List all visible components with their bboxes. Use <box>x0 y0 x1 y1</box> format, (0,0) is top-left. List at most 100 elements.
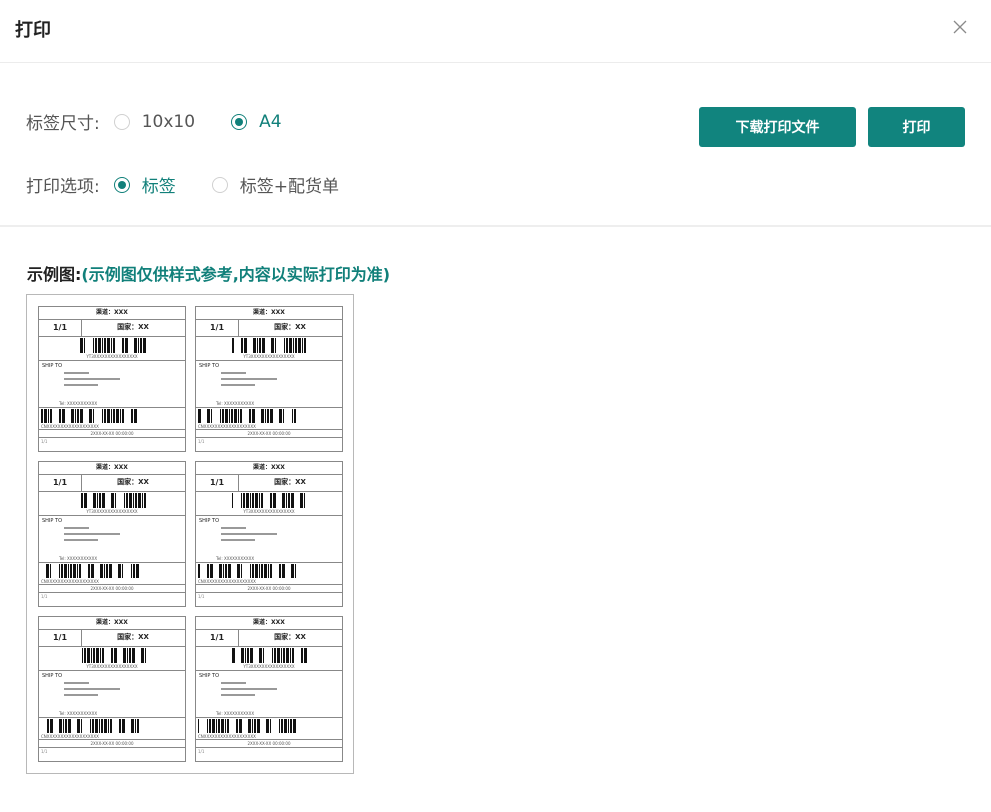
sample-label: 渠道：XXX 1/1 国家：XX YT3XXXXXXXXXXXXXXXX SHIP TO… <box>195 306 343 452</box>
label-address-lines <box>64 372 120 390</box>
label-time: 2XXX-XX-XX 00:00:00 <box>90 741 134 746</box>
label-time: 2XXX-XX-XX 00:00:00 <box>247 431 291 436</box>
label-country-row: 1/1 国家：XX <box>39 319 185 337</box>
barcode-icon <box>47 719 139 733</box>
barcode-icon <box>198 719 296 733</box>
label-country: 国家：XX <box>117 478 149 486</box>
radio-size-a4-label: A4 <box>259 111 282 132</box>
label-ship-to: SHIP TO <box>42 673 63 679</box>
label-address-lines <box>221 682 277 700</box>
label-address-lines <box>221 527 277 545</box>
label-fraction: 1/1 <box>196 319 239 336</box>
radio-print-label-packing-text: 标签+配货单 <box>239 177 339 197</box>
label-country: 国家：XX <box>274 323 306 331</box>
radio-size-10x10[interactable]: 10x10 <box>113 111 196 132</box>
label-time: 2XXX-XX-XX 00:00:00 <box>247 586 291 591</box>
label-fraction: 1/1 <box>39 474 82 491</box>
example-note: (示例图仅供样式参考,内容以实际打印为准) <box>81 265 391 284</box>
barcode-icon <box>232 493 305 508</box>
label-time: 2XXX-XX-XX 00:00:00 <box>90 586 134 591</box>
radio-print-label-packing[interactable]: 标签+配货单 <box>211 172 339 197</box>
label-barcode-text: YT3XXXXXXXXXXXXXXXX <box>86 509 138 514</box>
label-country: 国家：XX <box>117 633 149 641</box>
sample-label: 渠道：XXX 1/1 国家：XX YT3XXXXXXXXXXXXXXXX SHIP TO… <box>195 616 343 762</box>
label-barcode-top <box>75 493 151 508</box>
label-barcode-text: YT3XXXXXXXXXXXXXXXX <box>243 354 295 359</box>
radio-print-label[interactable]: 标签 <box>113 172 176 197</box>
radio-size-a4[interactable]: A4 <box>231 111 282 132</box>
label-address-lines <box>64 527 120 545</box>
label-barcode-top <box>75 648 151 663</box>
label-fraction: 1/1 <box>196 629 239 646</box>
label-country-row: 1/1 国家：XX <box>196 319 342 337</box>
label-country-row: 1/1 国家：XX <box>39 474 185 492</box>
label-time: 2XXX-XX-XX 00:00:00 <box>247 741 291 746</box>
label-barcode-top <box>232 338 308 353</box>
label-country: 国家：XX <box>117 323 149 331</box>
label-ship-to: SHIP TO <box>199 518 220 524</box>
label-footer: 1/1 <box>41 749 48 754</box>
label-ship-to: SHIP TO <box>42 363 63 369</box>
label-barcode-bottom <box>198 409 296 423</box>
example-label: 示例图: <box>27 265 82 284</box>
label-tel: Tel: XXXXXXXXXXX <box>216 556 255 561</box>
label-country-row: 1/1 国家：XX <box>196 474 342 492</box>
label-barcode-text: YT3XXXXXXXXXXXXXXXX <box>243 664 295 669</box>
radio-dot-checked <box>231 113 248 130</box>
options-panel: 标签尺寸: 10x10 A4 打印选项: 标签 标签+配货单 下载打印文件 打印 <box>0 63 991 227</box>
barcode-icon <box>41 409 137 423</box>
radio-size-10x10-label: 10x10 <box>141 111 196 132</box>
label-barcode-top <box>232 493 308 508</box>
label-barcode-bottom <box>41 409 139 423</box>
radio-dot <box>211 176 228 193</box>
label-ship-to: SHIP TO <box>199 363 220 369</box>
label-tel: Tel: XXXXXXXXXXX <box>59 711 98 716</box>
close-icon[interactable] <box>950 17 970 37</box>
label-barcode-text: YT3XXXXXXXXXXXXXXXX <box>86 664 138 669</box>
barcode-icon <box>232 648 307 663</box>
label-barcode-bottom <box>41 719 139 733</box>
label-barcode-top <box>232 648 308 663</box>
barcode-icon <box>82 648 146 663</box>
label-time: 2XXX-XX-XX 00:00:00 <box>90 431 134 436</box>
dialog-title: 打印 <box>15 20 51 41</box>
print-option-label: 打印选项: <box>26 177 100 197</box>
label-barcode-text: YT3XXXXXXXXXXXXXXXX <box>86 354 138 359</box>
barcode-icon <box>198 409 296 423</box>
label-footer: 1/1 <box>41 439 48 444</box>
print-option-row: 打印选项: 标签 标签+配货单 <box>26 172 339 197</box>
dialog-header: 打印 <box>0 0 991 63</box>
label-barcode-bottom <box>198 564 296 578</box>
label-tel: Tel: XXXXXXXXXXX <box>216 401 255 406</box>
label-barcode-text: YT3XXXXXXXXXXXXXXXX <box>243 509 295 514</box>
label-tel: Tel: XXXXXXXXXXX <box>59 401 98 406</box>
label-country: 国家：XX <box>274 478 306 486</box>
label-ship-to: SHIP TO <box>42 518 63 524</box>
label-footer: 1/1 <box>198 749 205 754</box>
size-row: 标签尺寸: 10x10 A4 <box>26 109 282 135</box>
label-ship-to: SHIP TO <box>199 673 220 679</box>
example-preview-sheet: 渠道：XXX 1/1 国家：XX YT3XXXXXXXXXXXXXXXX SHIP TO… <box>26 294 354 774</box>
barcode-icon <box>80 338 146 353</box>
label-footer: 1/1 <box>198 594 205 599</box>
label-tel: Tel: XXXXXXXXXXX <box>216 711 255 716</box>
label-country-row: 1/1 国家：XX <box>196 629 342 647</box>
label-address-lines <box>64 682 120 700</box>
barcode-icon <box>232 338 306 353</box>
label-address-lines <box>221 372 277 390</box>
download-print-file-button[interactable]: 下载打印文件 <box>699 107 856 147</box>
sample-label: 渠道：XXX 1/1 国家：XX YT3XXXXXXXXXXXXXXXX SHIP TO… <box>38 616 186 762</box>
label-footer: 1/1 <box>41 594 48 599</box>
label-country: 国家：XX <box>274 633 306 641</box>
label-barcode-top <box>75 338 151 353</box>
radio-dot <box>113 113 130 130</box>
label-fraction: 1/1 <box>39 319 82 336</box>
label-fraction: 1/1 <box>196 474 239 491</box>
barcode-icon <box>198 564 296 578</box>
label-footer: 1/1 <box>198 439 205 444</box>
print-button[interactable]: 打印 <box>868 107 965 147</box>
barcode-icon <box>81 493 146 508</box>
sample-label: 渠道：XXX 1/1 国家：XX YT3XXXXXXXXXXXXXXXX SHIP TO… <box>38 306 186 452</box>
label-barcode-bottom <box>198 719 296 733</box>
example-heading: 示例图:(示例图仅供样式参考,内容以实际打印为准) <box>27 261 390 285</box>
